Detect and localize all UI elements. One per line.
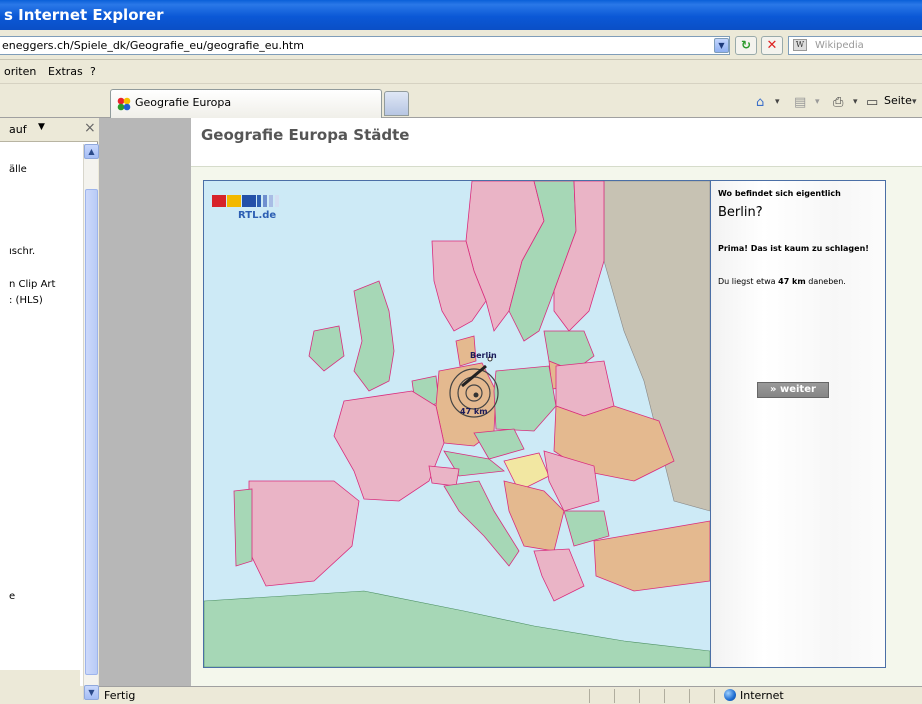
side-panel-item[interactable]: e (9, 591, 15, 602)
side-panel-item[interactable]: ıschr. (9, 246, 35, 257)
menu-item-extras[interactable]: Extras (48, 60, 83, 84)
status-divider (714, 689, 715, 703)
geography-game: RTL.de Berlin 47 km Wo befindet sich eig… (203, 180, 886, 668)
status-divider (689, 689, 690, 703)
next-button[interactable]: » weiter (757, 382, 829, 398)
search-input[interactable]: Wikipedia (788, 36, 922, 55)
wikipedia-search-icon: W (793, 39, 807, 51)
question-text: Wo befindet sich eigentlich (718, 189, 841, 198)
site-favicon-icon (117, 97, 131, 111)
address-input[interactable]: eneggers.ch/Spiele_dk/Geografie_eu/geogr… (0, 36, 730, 55)
page-menu-button[interactable]: Seite (884, 94, 912, 107)
home-icon[interactable]: ⌂ (756, 95, 764, 110)
menu-item-favorites[interactable]: oriten (4, 60, 36, 84)
refresh-button[interactable]: ↻ (735, 36, 757, 55)
distance-value: 47 km (778, 277, 806, 286)
address-toolbar: eneggers.ch/Spiele_dk/Geografie_eu/geogr… (0, 30, 922, 60)
feeds-icon[interactable]: ▤ (794, 95, 806, 110)
explorer-side-panel: auf ▼ × älle ıschr. n Clip Art : (HLS) e… (0, 118, 99, 700)
side-panel-item[interactable]: n Clip Art (9, 279, 55, 290)
page-header: Geografie Europa Städte (191, 118, 922, 167)
rtl-logo-text: RTL.de (238, 210, 276, 221)
map-city-label: Berlin (470, 351, 497, 360)
question-city: Berlin? (718, 205, 763, 220)
new-tab-button[interactable] (384, 91, 409, 116)
question-panel: Wo befindet sich eigentlich Berlin? Prim… (710, 181, 885, 667)
side-panel-dropdown-icon[interactable]: ▼ (38, 122, 45, 132)
stop-icon: ✕ (766, 38, 778, 53)
scroll-down-icon[interactable]: ▼ (84, 685, 99, 700)
side-panel-scrollbar[interactable]: ▲ ▼ (83, 144, 99, 700)
home-dropdown-icon[interactable]: ▾ (775, 97, 780, 107)
side-panel-title[interactable]: auf (9, 123, 27, 136)
feeds-dropdown-icon[interactable]: ▾ (815, 97, 820, 107)
europe-map[interactable]: RTL.de Berlin 47 km (204, 181, 710, 667)
page-icon[interactable]: ▭ (866, 95, 878, 110)
distance-suffix: daneben. (808, 277, 846, 286)
side-panel-header: auf ▼ × (0, 118, 98, 142)
status-divider (589, 689, 590, 703)
refresh-icon: ↻ (740, 38, 752, 52)
status-divider (639, 689, 640, 703)
address-dropdown-icon[interactable]: ▼ (714, 38, 729, 53)
security-zone[interactable]: Internet (724, 689, 784, 702)
menu-bar: oriten Extras ? (0, 60, 922, 84)
page-viewport: Geografie Europa Städte RTL.de Berlin 47… (99, 118, 922, 686)
window-title-bar[interactable]: s Internet Explorer (0, 0, 922, 30)
distance-prefix: Du liegst etwa (718, 277, 776, 286)
print-icon[interactable]: ⎙ (833, 95, 843, 110)
side-panel-item[interactable]: : (HLS) (9, 295, 43, 306)
scrollbar-thumb[interactable] (85, 189, 98, 675)
menu-item-help[interactable]: ? (90, 60, 96, 84)
result-message: Prima! Das ist kaum zu schlagen! (718, 244, 869, 253)
stop-button[interactable]: ✕ (761, 36, 783, 55)
side-panel-close-icon[interactable]: × (84, 120, 96, 136)
globe-icon (724, 689, 736, 701)
status-divider (664, 689, 665, 703)
tab-geografie-europa[interactable]: Geografie Europa (110, 89, 382, 118)
print-dropdown-icon[interactable]: ▾ (853, 97, 858, 107)
scroll-up-icon[interactable]: ▲ (84, 144, 99, 159)
page-title: Geografie Europa Städte (201, 126, 410, 144)
status-bar: Fertig Internet (99, 686, 922, 704)
status-text: Fertig (104, 689, 136, 702)
security-zone-label: Internet (740, 689, 784, 702)
tab-row: Geografie Europa ⌂ ▾ ▤ ▾ ⎙ ▾ ▭ Seite ▾ (0, 84, 922, 118)
window-title: s Internet Explorer (4, 6, 164, 24)
side-panel-footer (0, 670, 80, 686)
tab-label: Geografie Europa (135, 96, 232, 109)
page-dropdown-icon[interactable]: ▾ (912, 97, 917, 107)
distance-message: Du liegst etwa 47 km daneben. (718, 277, 846, 286)
side-panel-item[interactable]: älle (9, 164, 27, 175)
status-divider (614, 689, 615, 703)
map-distance-label: 47 km (460, 407, 488, 416)
